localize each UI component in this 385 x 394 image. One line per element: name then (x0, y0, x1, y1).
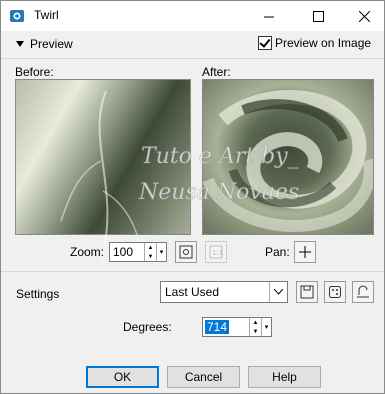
zoom-fit-button[interactable] (175, 241, 197, 263)
divider (1, 58, 384, 59)
chevron-down-icon[interactable] (269, 282, 287, 302)
zoom-dropdown-icon[interactable]: ▾ (156, 243, 166, 261)
zoom-actual-size-button[interactable]: 1:1 (205, 241, 227, 263)
zoom-spin-arrows[interactable]: ▲ ▼ (144, 243, 156, 261)
maximize-button[interactable] (299, 1, 337, 31)
preview-toggle-label: Preview (30, 37, 73, 51)
close-button[interactable] (345, 1, 383, 31)
settings-selected: Last Used (165, 285, 220, 299)
zoom-label: Zoom: (70, 245, 105, 259)
svg-text:1:1: 1:1 (212, 249, 223, 257)
randomize-button[interactable] (324, 281, 346, 303)
degrees-label: Degrees: (123, 320, 172, 334)
title-bar[interactable]: Twirl (1, 1, 384, 31)
degrees-value[interactable]: 714 (205, 320, 230, 334)
app-icon (10, 10, 24, 22)
cancel-button[interactable]: Cancel (167, 366, 240, 388)
degrees-spinner[interactable]: 714 ▲ ▼ ▾ (202, 317, 272, 337)
save-preset-button[interactable] (296, 281, 318, 303)
degrees-dropdown-icon[interactable]: ▾ (261, 318, 271, 336)
maximize-icon (312, 10, 324, 22)
window-title: Twirl (34, 8, 59, 22)
actual-size-icon: 1:1 (209, 245, 223, 259)
after-preview[interactable] (202, 79, 374, 235)
minimize-button[interactable] (250, 1, 288, 31)
divider (1, 271, 384, 272)
settings-label: Settings (16, 287, 60, 301)
after-label: After: (202, 65, 231, 79)
preview-on-image-label: Preview on Image (275, 36, 372, 50)
degrees-spin-arrows[interactable]: ▲ ▼ (249, 318, 261, 336)
reset-button[interactable] (352, 281, 374, 303)
chevron-down-icon (16, 41, 24, 47)
before-label: Before: (15, 65, 54, 79)
preview-toggle[interactable]: Preview (16, 37, 73, 51)
save-icon (300, 285, 314, 299)
twirl-dialog: Twirl Preview Preview on Image Before: A… (0, 0, 385, 394)
dice-icon (329, 286, 341, 298)
minimize-icon (263, 16, 274, 17)
zoom-value[interactable]: 100 (110, 243, 144, 261)
reset-icon (357, 285, 369, 298)
preview-on-image-option[interactable]: Preview on Image (258, 36, 371, 50)
spin-up-icon[interactable]: ▲ (145, 243, 156, 252)
before-preview[interactable] (15, 79, 191, 235)
preview-on-image-checkbox[interactable] (258, 36, 272, 50)
ok-button[interactable]: OK (86, 366, 159, 388)
spin-down-icon[interactable]: ▼ (250, 327, 261, 336)
help-button[interactable]: Help (248, 366, 321, 388)
zoom-spinner[interactable]: 100 ▲ ▼ ▾ (109, 242, 167, 262)
zoom-fit-icon (179, 245, 193, 259)
pan-label: Pan: (265, 245, 290, 259)
spin-down-icon[interactable]: ▼ (145, 252, 156, 261)
pan-button[interactable] (294, 241, 316, 263)
twirl-preview-image (203, 80, 373, 234)
settings-preset-select[interactable]: Last Used (160, 281, 288, 303)
move-icon (299, 246, 311, 258)
close-icon (358, 10, 370, 22)
spin-up-icon[interactable]: ▲ (250, 318, 261, 327)
